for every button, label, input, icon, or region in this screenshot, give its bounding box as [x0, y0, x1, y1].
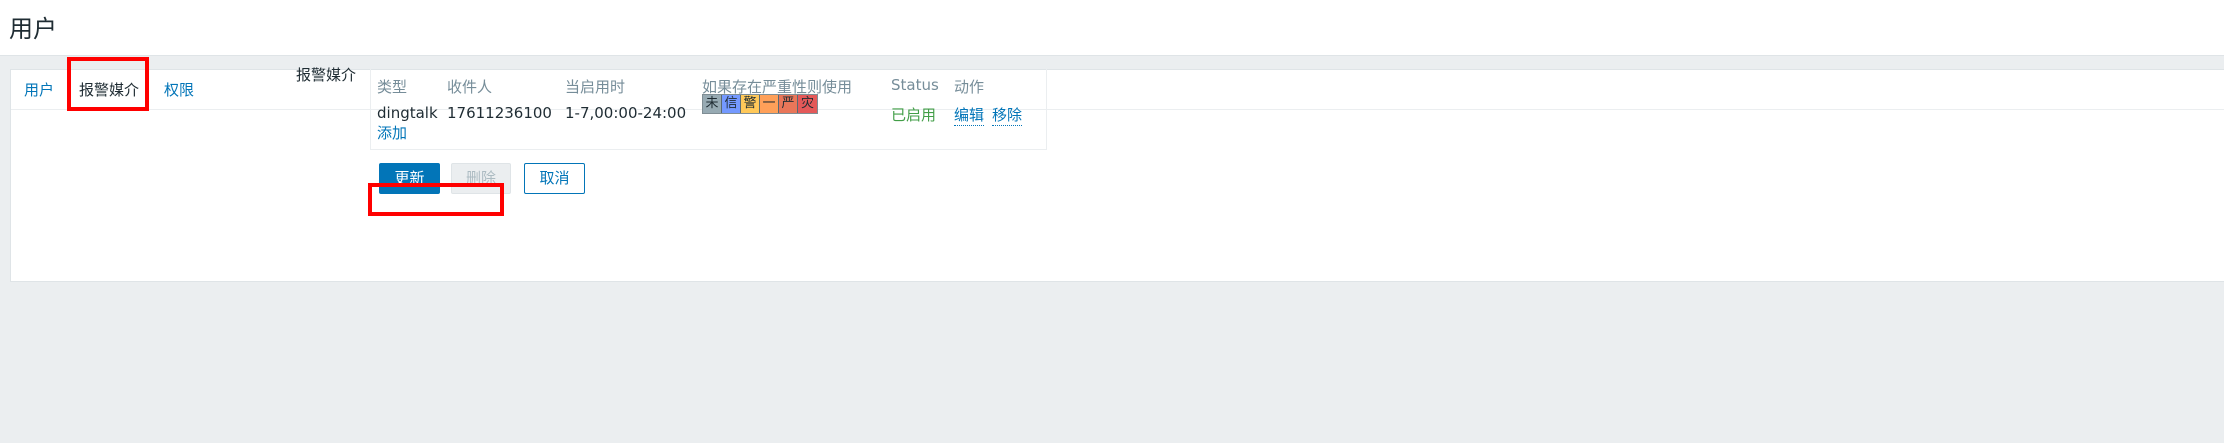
- edit-link[interactable]: 编辑: [954, 104, 985, 126]
- column-header-status: Status: [891, 76, 939, 94]
- add-media-link[interactable]: 添加: [377, 122, 407, 143]
- media-form-label: 报警媒介: [296, 66, 357, 84]
- cancel-button[interactable]: 取消: [524, 163, 585, 194]
- delete-button: 删除: [451, 163, 511, 194]
- remove-link[interactable]: 移除: [992, 104, 1023, 126]
- column-header-type: 类型: [377, 78, 408, 96]
- severity-badge-disaster: 灾: [798, 95, 817, 113]
- column-header-actions: 动作: [954, 78, 985, 96]
- update-button[interactable]: 更新: [379, 163, 440, 194]
- tab-media[interactable]: 报警媒介: [79, 80, 139, 100]
- column-header-recipient: 收件人: [447, 78, 493, 96]
- page-title: 用户: [9, 15, 57, 43]
- severity-badges: 未 信 警 一 严 灾: [702, 94, 818, 114]
- severity-badge-high: 严: [779, 95, 798, 113]
- severity-badge-warning: 警: [741, 95, 760, 113]
- media-recipient-cell: 17611236100: [447, 104, 552, 122]
- user-form-panel: 用户 报警媒介 权限: [10, 69, 2224, 282]
- tab-users[interactable]: 用户: [24, 80, 54, 100]
- severity-badge-information: 信: [722, 95, 741, 113]
- media-when-active-cell: 1-7,00:00-24:00: [565, 104, 687, 122]
- status-badge[interactable]: 已启用: [891, 104, 936, 125]
- severity-badge-not-classified: 未: [703, 95, 722, 113]
- column-header-when-active: 当启用时: [565, 78, 626, 96]
- tab-permissions[interactable]: 权限: [164, 80, 194, 100]
- severity-badge-average: 一: [760, 95, 779, 113]
- media-type-cell: dingtalk: [377, 104, 438, 122]
- page-header: 用户: [0, 0, 2224, 56]
